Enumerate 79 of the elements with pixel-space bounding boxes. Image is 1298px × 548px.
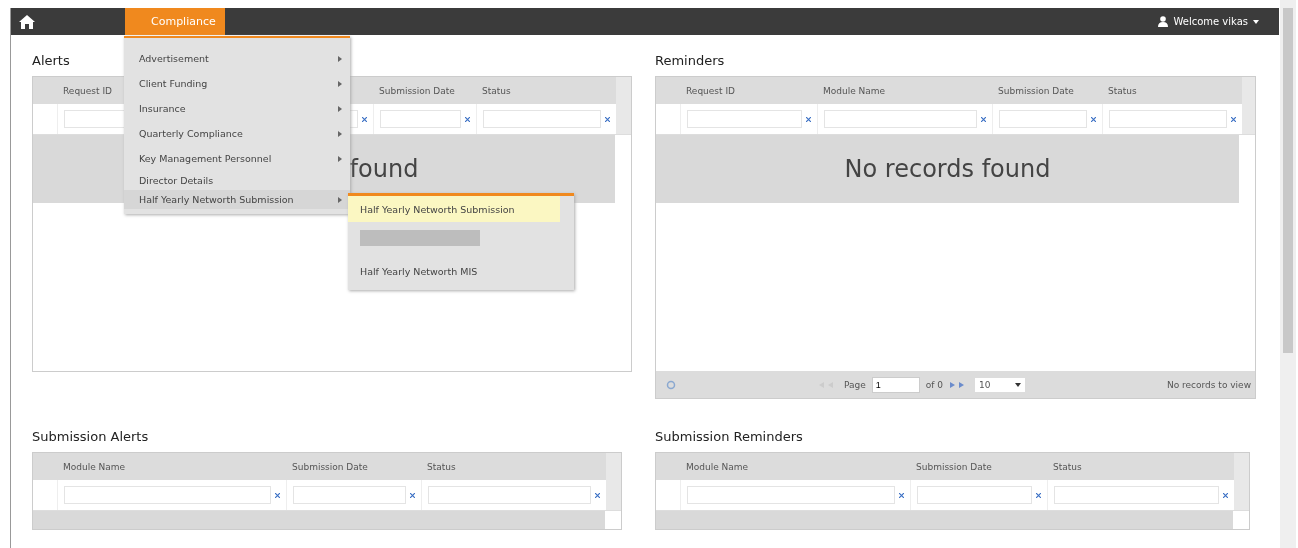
menu-item-label: Half Yearly Networth Submission	[139, 194, 294, 205]
clear-filter-icon[interactable]	[410, 492, 415, 498]
clear-filter-icon[interactable]	[1036, 492, 1041, 498]
caret-icon	[1253, 19, 1259, 24]
clear-filter-icon[interactable]	[362, 116, 367, 122]
clear-filter-icon[interactable]	[275, 492, 280, 498]
caret-icon	[1015, 382, 1021, 387]
home-icon[interactable]	[19, 14, 35, 29]
clear-filter-icon[interactable]	[1223, 492, 1228, 498]
chevron-icon	[338, 105, 342, 112]
chevron-icon	[338, 155, 342, 162]
filter-field[interactable]	[483, 110, 601, 128]
clear-filter-icon[interactable]	[1091, 116, 1096, 122]
refresh-icon[interactable]	[666, 379, 676, 390]
filter-field[interactable]	[687, 486, 895, 504]
user-label: Welcome vikas	[1173, 16, 1248, 27]
page-field[interactable]: 1	[871, 376, 920, 393]
filter-field[interactable]	[824, 110, 977, 128]
menu-item-label: Quarterly Compliance	[139, 128, 243, 139]
panel-title: Submission Reminders	[655, 429, 803, 444]
chevron-icon	[338, 196, 342, 203]
clear-filter-icon[interactable]	[981, 116, 986, 122]
filter-field[interactable]	[687, 110, 802, 128]
filter-field[interactable]	[1054, 486, 1219, 504]
chevron-icon	[338, 130, 342, 137]
menu-item[interactable]: Advertisement	[124, 46, 350, 71]
page-size-select[interactable]: 10	[975, 377, 1025, 392]
menu-item[interactable]: Client Funding	[124, 71, 350, 96]
column-header[interactable]: Module Name	[823, 85, 886, 96]
user-icon	[1158, 16, 1169, 27]
filter-field[interactable]	[428, 486, 591, 504]
filter-field[interactable]	[999, 110, 1087, 128]
menu-item-label: Client Funding	[139, 78, 208, 89]
scrollbar[interactable]	[1280, 0, 1296, 548]
clear-filter-icon[interactable]	[1231, 116, 1236, 122]
menu-item-label: Director Details	[139, 175, 214, 186]
chevron-icon	[338, 55, 342, 62]
panel-title: Submission Alerts	[32, 429, 149, 444]
panel-title: Reminders	[655, 53, 725, 68]
menu-item-label: Key Management Personnel	[139, 153, 272, 164]
clear-filter-icon[interactable]	[899, 492, 904, 498]
column-header[interactable]: Submission Date	[292, 461, 368, 472]
column-header[interactable]: Request ID	[686, 85, 735, 96]
empty-message: No records found	[844, 155, 1051, 183]
menu-item[interactable]: Quarterly Compliance	[124, 121, 350, 146]
column-header[interactable]: Status	[427, 461, 456, 472]
menu-item[interactable]: Director Details	[124, 171, 350, 190]
filter-field[interactable]	[64, 486, 271, 504]
records-text: No records to view	[1166, 379, 1251, 390]
chevron-icon	[338, 80, 342, 87]
panel-title: Alerts	[32, 53, 70, 68]
column-header[interactable]: Submission Date	[379, 85, 455, 96]
column-header[interactable]: Status	[1053, 461, 1082, 472]
submenu-item[interactable]: Half Yearly Networth Submission	[348, 196, 560, 222]
column-header[interactable]: Module Name	[686, 461, 749, 472]
submenu-item[interactable]: Half Yearly Networth MIS	[348, 258, 574, 284]
menu-item[interactable]: Insurance	[124, 96, 350, 121]
column-header[interactable]: Submission Date	[916, 461, 992, 472]
clear-filter-icon[interactable]	[465, 116, 470, 122]
menu-item[interactable]: Half Yearly Networth Submission	[124, 190, 350, 209]
page-label: Page	[843, 379, 866, 390]
filter-field[interactable]	[293, 486, 406, 504]
clear-filter-icon[interactable]	[605, 116, 610, 122]
column-header[interactable]: Status	[1108, 85, 1137, 96]
clear-filter-icon[interactable]	[595, 492, 600, 498]
column-header[interactable]: Request ID	[63, 85, 112, 96]
clear-filter-icon[interactable]	[806, 116, 811, 122]
empty-message: found	[349, 155, 419, 183]
menu-item-label: Advertisement	[139, 53, 209, 64]
column-header[interactable]: Submission Date	[998, 85, 1074, 96]
column-header[interactable]: Module Name	[63, 461, 126, 472]
column-header[interactable]: Status	[482, 85, 511, 96]
page-count: of 0	[925, 379, 943, 390]
menu-item-label: Insurance	[139, 103, 186, 114]
filter-field[interactable]	[917, 486, 1032, 504]
menu-item[interactable]: Key Management Personnel	[124, 146, 350, 171]
filter-field[interactable]	[1109, 110, 1227, 128]
filter-field[interactable]	[380, 110, 461, 128]
user-menu[interactable]: Welcome vikas	[1158, 16, 1259, 27]
